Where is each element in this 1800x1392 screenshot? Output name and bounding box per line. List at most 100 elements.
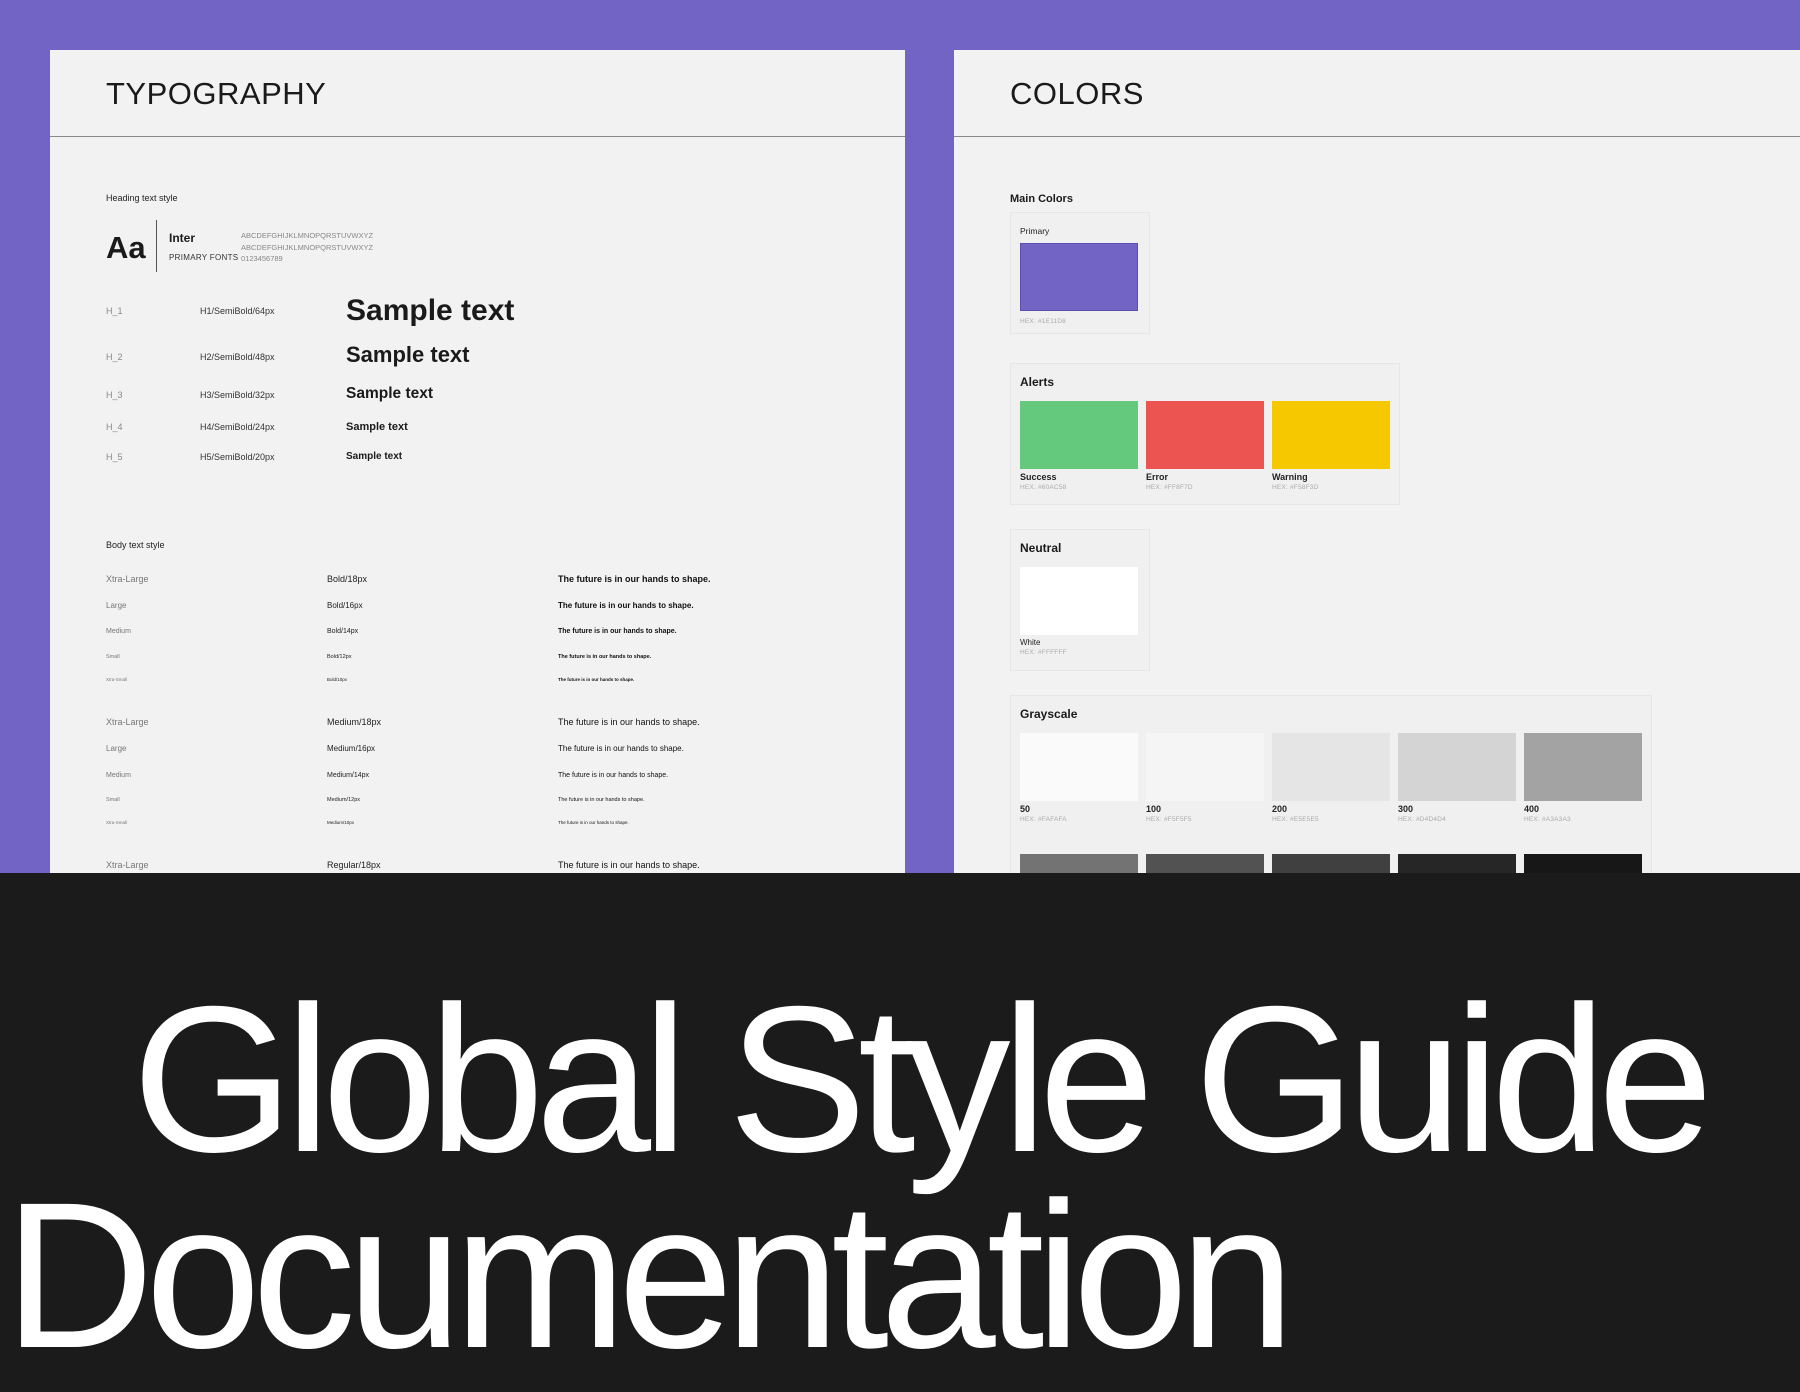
swatch: [1146, 733, 1264, 801]
swatch: [1398, 733, 1516, 801]
body-row: Xtra-Large Medium/18px The future is in …: [106, 717, 866, 737]
body-sample: The future is in our hands to shape.: [558, 860, 700, 870]
swatch-name: 50: [1020, 804, 1031, 814]
font-lowercase: ABCDEFGHIJKLMNOPQRSTUVWXYZ: [241, 242, 374, 252]
font-role: PRIMARY FONTS: [169, 253, 239, 262]
swatch-hex: HEX: #D4D4D4: [1398, 816, 1446, 823]
swatch-hex: HEX: #A3A3A3: [1524, 816, 1571, 823]
body-spec: Bold/14px: [327, 628, 359, 635]
body-sample: The future is in our hands to shape.: [558, 744, 684, 753]
body-size: Xtra-Large: [106, 717, 149, 727]
gray-swatch-200: 200 HEX: #E5E5E5: [1272, 733, 1390, 823]
body-sample: The future is in our hands to shape.: [558, 628, 677, 635]
swatch: [1146, 401, 1264, 469]
swatch-name: Success: [1020, 472, 1057, 482]
heading-spec: H3/SemiBold/32px: [200, 390, 275, 400]
heading-spec: H2/SemiBold/48px: [200, 352, 275, 362]
body-row: Small Medium/12px The future is in our h…: [106, 797, 866, 817]
colors-panel: COLORS Main Colors Primary HEX: #1E11D8 …: [954, 50, 1800, 873]
swatch-hex: HEX: #FFFFFF: [1020, 649, 1067, 656]
swatch: [1524, 733, 1642, 801]
body-row: Xtra-Small Medium/10px The future is in …: [106, 820, 866, 840]
body-spec: Medium/14px: [327, 772, 370, 779]
alert-swatch-error: Error HEX: #FF8F7D: [1146, 401, 1264, 491]
gray-swatch-50: 50 HEX: #FAFAFA: [1020, 733, 1138, 823]
grayscale-title: Grayscale: [1020, 707, 1078, 721]
body-row: Large Medium/16px The future is in our h…: [106, 744, 866, 764]
font-sample: Aa: [106, 230, 146, 265]
body-sample: The future is in our hands to shape.: [558, 797, 645, 803]
swatch: [1272, 401, 1390, 469]
font-name: Inter: [169, 231, 196, 245]
gray-swatch-100: 100 HEX: #F5F5F5: [1146, 733, 1264, 823]
swatch-name: Error: [1146, 472, 1169, 482]
swatch-hex: HEX: #60AC58: [1020, 484, 1067, 491]
preview-area: TYPOGRAPHY Heading text style Aa Inter P…: [0, 0, 1800, 873]
gray-swatch-dark: [1146, 854, 1264, 873]
primary-hex: HEX: #1E11D8: [1020, 318, 1066, 325]
alert-swatch-success: Success HEX: #60AC58: [1020, 401, 1138, 491]
swatch-hex: HEX: #FF8F7D: [1146, 484, 1193, 491]
font-digits: 0123456789: [241, 254, 283, 263]
body-size: Large: [106, 744, 127, 753]
swatch-hex: HEX: #E5E5E5: [1272, 816, 1319, 823]
body-spec: Bold/16px: [327, 601, 363, 610]
swatch-hex: HEX: #F5F5F5: [1146, 816, 1192, 823]
body-size: Xtra-Small: [106, 677, 128, 682]
body-spec: Medium/12px: [327, 797, 361, 803]
swatch-name: White: [1020, 638, 1041, 647]
swatch: [1020, 733, 1138, 801]
primary-label: Primary: [1020, 226, 1050, 236]
headline-line-1: Global Style Guide: [132, 964, 1713, 1196]
swatch: [1020, 567, 1138, 635]
heading-code: H_1: [106, 306, 123, 316]
typography-header: TYPOGRAPHY: [50, 50, 905, 137]
typography-panel: TYPOGRAPHY Heading text style Aa Inter P…: [50, 50, 905, 873]
body-row: Medium Bold/14px The future is in our ha…: [106, 628, 866, 648]
heading-code: H_3: [106, 390, 123, 400]
primary-swatch: [1020, 243, 1138, 311]
font-characters: ABCDEFGHIJKLMNOPQRSTUVWXYZ ABCDEFGHIJKLM…: [241, 230, 373, 265]
gray-swatch-dark: [1020, 854, 1138, 873]
gray-swatch-dark: [1398, 854, 1516, 873]
heading-row: H_2 H2/SemiBold/48px Sample text: [106, 340, 866, 380]
swatch-name: 300: [1398, 804, 1414, 814]
body-spec: Regular/18px: [327, 860, 381, 870]
neutral-card: Neutral White HEX: #FFFFFF: [1010, 529, 1150, 671]
body-sample: The future is in our hands to shape.: [558, 717, 700, 727]
body-row: Medium Medium/14px The future is in our …: [106, 772, 866, 792]
alerts-title: Alerts: [1020, 375, 1055, 389]
body-row: Xtra-Large Regular/18px The future is in…: [106, 860, 866, 873]
alerts-card: Alerts Success HEX: #60AC58 Error HEX: #…: [1010, 363, 1400, 505]
heading-sample: Sample text: [346, 421, 408, 433]
heading-code: H_2: [106, 352, 123, 362]
gray-swatch-dark: [1272, 854, 1390, 873]
body-size: Xtra-Large: [106, 860, 149, 870]
swatch-hex: HEX: #F58F3D: [1272, 484, 1319, 491]
body-sample: The future is in our hands to shape.: [558, 677, 635, 682]
body-spec: Medium/10px: [327, 820, 355, 825]
body-row: Small Bold/12px The future is in our han…: [106, 654, 866, 674]
heading-spec: H1/SemiBold/64px: [200, 306, 275, 316]
heading-sample: Sample text: [346, 342, 470, 367]
body-size: Xtra-Small: [106, 820, 128, 825]
body-sample: The future is in our hands to shape.: [558, 601, 694, 610]
colors-header: COLORS: [954, 50, 1800, 137]
body-spec: Medium/16px: [327, 744, 376, 753]
main-colors-title: Main Colors: [1010, 193, 1073, 205]
body-spec: Medium/18px: [327, 717, 382, 727]
font-uppercase: ABCDEFGHIJKLMNOPQRSTUVWXYZ: [241, 231, 374, 240]
heading-code: H_5: [106, 452, 123, 462]
body-spec: Bold/10px: [327, 677, 348, 682]
heading-row: H_1 H1/SemiBold/64px Sample text: [106, 294, 866, 334]
swatch-name: 400: [1524, 804, 1540, 814]
alert-swatch-warning: Warning HEX: #F58F3D: [1272, 401, 1390, 491]
swatch-hex: HEX: #FAFAFA: [1020, 816, 1067, 823]
swatch: [1020, 401, 1138, 469]
body-size: Xtra-Large: [106, 574, 149, 584]
headline-line-2: Documentation: [4, 1160, 1295, 1392]
heading-spec: H5/SemiBold/20px: [200, 452, 275, 462]
gray-swatch-dark: [1524, 854, 1642, 873]
heading-sample: Sample text: [346, 451, 403, 462]
body-spec: Bold/18px: [327, 574, 368, 584]
